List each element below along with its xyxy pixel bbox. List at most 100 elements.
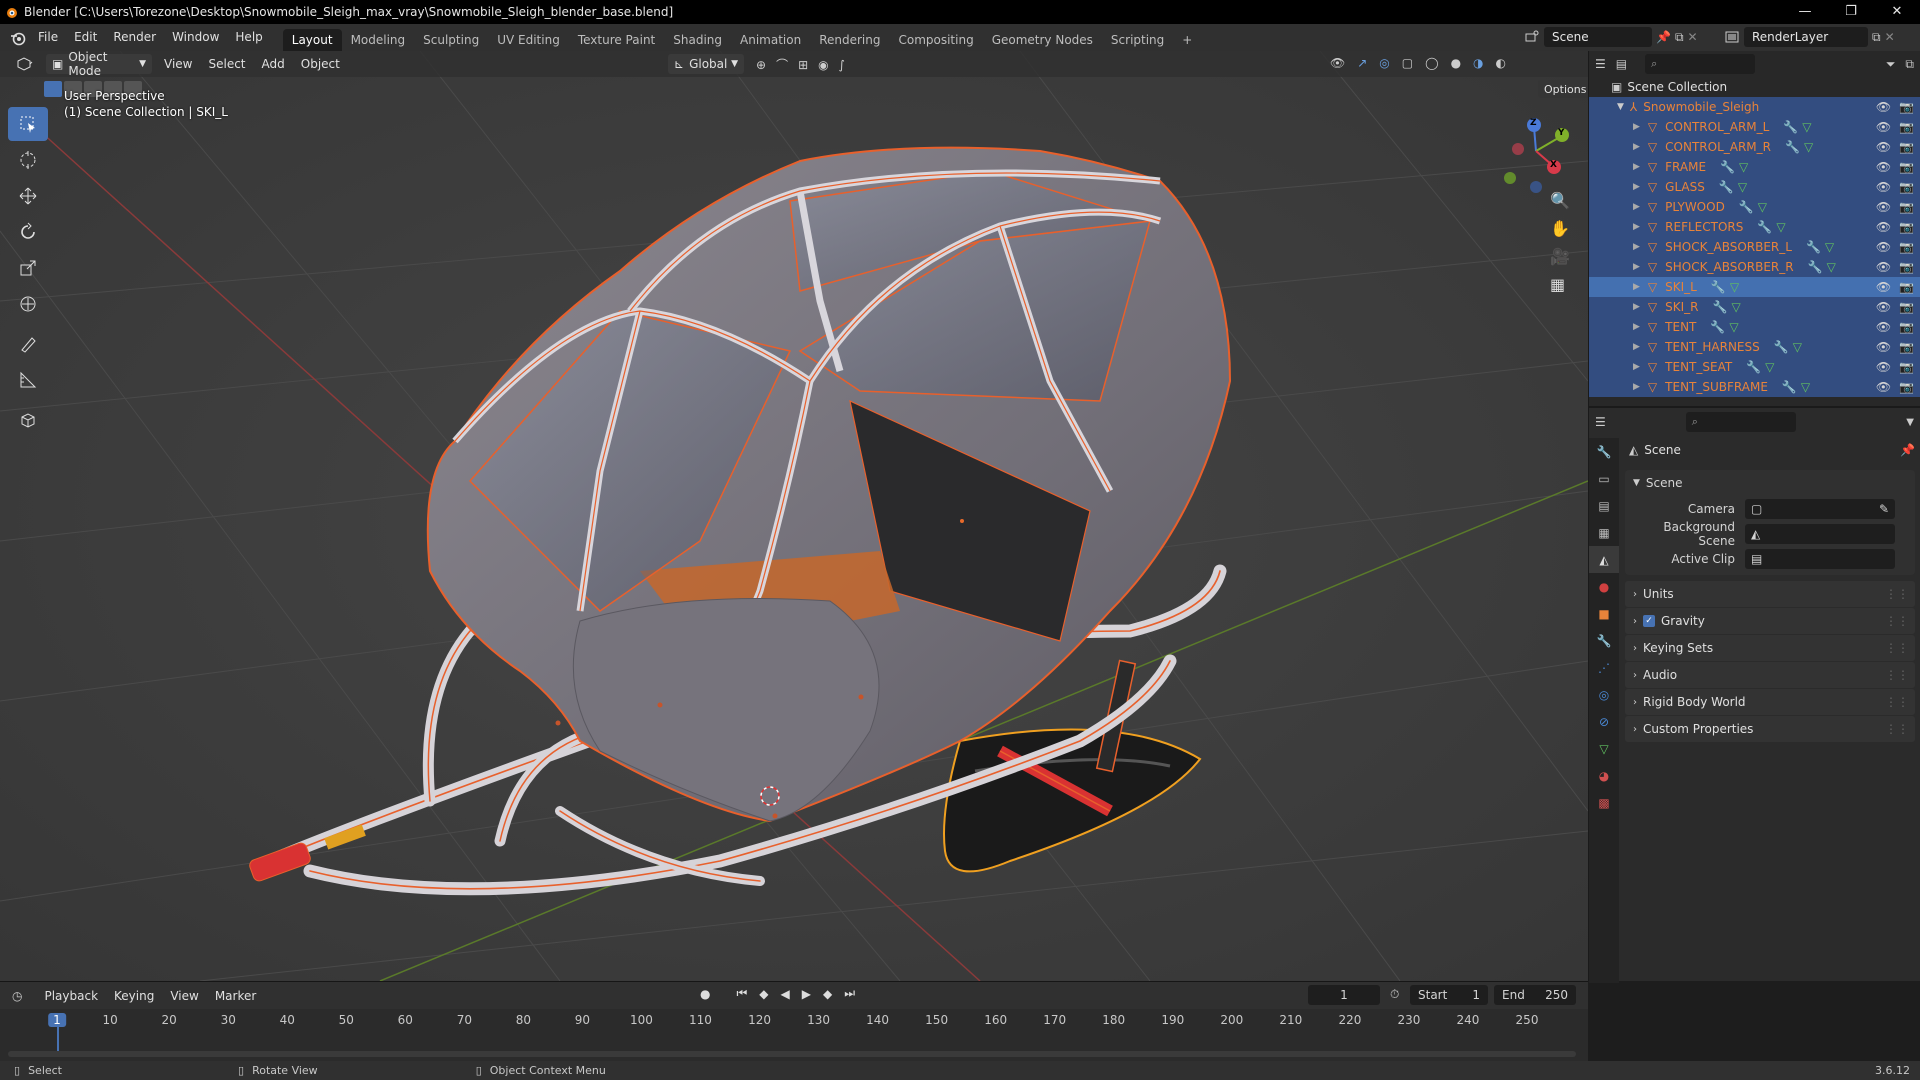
outliner-object-row[interactable]: ▶ ▽ FRAME 🔧 ▽ 👁 📷 xyxy=(1589,157,1920,177)
perspective-grid-icon[interactable]: ▦ xyxy=(1550,275,1570,294)
subpanel-header[interactable]: › ✓ Gravity ⋮⋮ xyxy=(1625,608,1915,634)
viewport-menu-add[interactable]: Add xyxy=(254,51,293,77)
subpanel-header[interactable]: › Rigid Body World ⋮⋮ xyxy=(1625,689,1915,715)
jump-start-icon[interactable]: ⏮ xyxy=(736,986,747,1001)
drag-handle-icon[interactable]: ⋮⋮ xyxy=(1885,614,1909,628)
outliner-object-row[interactable]: ▶ ▽ TENT 🔧 ▽ 👁 📷 xyxy=(1589,317,1920,337)
expand-right-icon[interactable]: ▶ xyxy=(1633,322,1640,332)
camera-render-icon[interactable]: 📷 xyxy=(1899,260,1914,274)
camera-render-icon[interactable]: 📷 xyxy=(1899,140,1914,154)
timeline-menu-playback[interactable]: Playback xyxy=(36,983,106,1009)
menu-render[interactable]: Render xyxy=(105,24,164,51)
outliner-object-row[interactable]: ▶ ▽ SKI_R 🔧 ▽ 👁 📷 xyxy=(1589,297,1920,317)
properties-search-input[interactable]: ⌕ xyxy=(1685,412,1796,432)
expand-right-icon[interactable]: ▶ xyxy=(1633,122,1640,132)
tab-view-layer[interactable]: ▦ xyxy=(1589,519,1619,546)
eye-icon[interactable]: 👁 xyxy=(1876,240,1891,254)
expand-right-icon[interactable]: ▶ xyxy=(1633,342,1640,352)
scene-icon[interactable] xyxy=(1524,29,1540,45)
outliner-parent-row[interactable]: ▼ ⅄ Snowmobile_Sleigh 👁 📷 xyxy=(1589,97,1920,117)
editor-type-button[interactable] xyxy=(10,54,40,74)
camera-render-icon[interactable]: 📷 xyxy=(1899,100,1914,114)
annotate-tool[interactable] xyxy=(8,327,48,361)
outliner-object-row[interactable]: ▶ ▽ GLASS 🔧 ▽ 👁 📷 xyxy=(1589,177,1920,197)
rotate-tool[interactable] xyxy=(8,215,48,249)
zoom-icon[interactable]: 🔍 xyxy=(1550,191,1570,210)
play-reverse-icon[interactable]: ◀ xyxy=(781,987,790,1001)
expand-right-icon[interactable]: ▶ xyxy=(1633,362,1640,372)
tab-particles[interactable]: ⋰ xyxy=(1589,654,1619,681)
tab-tool[interactable]: 🔧 xyxy=(1589,438,1619,465)
eye-icon[interactable]: 👁 xyxy=(1876,300,1891,314)
outliner-search-input[interactable]: ⌕ xyxy=(1645,54,1756,74)
jump-end-icon[interactable]: ⏭ xyxy=(844,986,855,1001)
scene-panel-header[interactable]: ▼ Scene xyxy=(1625,470,1915,496)
eye-icon[interactable]: 👁 xyxy=(1876,320,1891,334)
navigation-gizmo[interactable]: Z Y X xyxy=(1500,113,1580,193)
solid-shading-icon[interactable]: ● xyxy=(1451,56,1461,70)
eye-icon[interactable]: 👁 xyxy=(1876,160,1891,174)
tab-render[interactable]: ▭ xyxy=(1589,465,1619,492)
transform-orientation-selector[interactable]: ⊾ Global ▼ xyxy=(668,54,744,74)
tab-scene[interactable]: ◭ xyxy=(1589,546,1619,573)
drag-handle-icon[interactable]: ⋮⋮ xyxy=(1885,722,1909,736)
eye-icon[interactable]: 👁 xyxy=(1876,200,1891,214)
material-preview-shading-icon[interactable]: ◑ xyxy=(1473,56,1483,70)
chevron-down-icon[interactable]: ▼ xyxy=(1906,417,1914,428)
visibility-selector-icon[interactable]: 👁 xyxy=(1330,56,1345,70)
outliner-object-row[interactable]: ▶ ▽ TENT_SEAT 🔧 ▽ 👁 📷 xyxy=(1589,357,1920,377)
playhead-line[interactable] xyxy=(57,1027,59,1053)
new-collection-icon[interactable]: ⧉ xyxy=(1905,57,1914,72)
scale-tool[interactable] xyxy=(8,251,48,285)
pivot-point-icon[interactable]: ⊕ xyxy=(756,58,766,72)
play-icon[interactable]: ▶ xyxy=(802,987,811,1001)
tab-uv-editing[interactable]: UV Editing xyxy=(488,29,569,51)
menu-help[interactable]: Help xyxy=(227,24,270,51)
camera-render-icon[interactable]: 📷 xyxy=(1899,160,1914,174)
camera-render-icon[interactable]: 📷 xyxy=(1899,340,1914,354)
3d-viewport[interactable]: ▣ Object Mode ▼ View Select Add Object ⊾… xyxy=(0,51,1588,981)
prev-keyframe-icon[interactable]: ◆ xyxy=(759,987,768,1001)
eye-icon[interactable]: 👁 xyxy=(1876,380,1891,394)
blender-menu-icon[interactable] xyxy=(10,30,26,46)
drag-handle-icon[interactable]: ⋮⋮ xyxy=(1885,668,1909,682)
expand-right-icon[interactable]: ▶ xyxy=(1633,242,1640,252)
eyedropper-icon[interactable]: ✎ xyxy=(1879,502,1889,516)
expand-right-icon[interactable]: ▶ xyxy=(1633,162,1640,172)
expand-right-icon[interactable]: ▶ xyxy=(1633,382,1640,392)
gizmo-toggle-icon[interactable]: ↗ xyxy=(1357,56,1367,70)
end-frame-field[interactable]: End 250 xyxy=(1494,985,1576,1005)
eye-icon[interactable]: 👁 xyxy=(1876,140,1891,154)
subpanel-header[interactable]: › Custom Properties ⋮⋮ xyxy=(1625,716,1915,742)
frame-ruler[interactable]: 1 10 20 30 40 50 60 70 80 90 100 110 120 130 140 150 160… xyxy=(0,1009,1588,1053)
viewport-menu-object[interactable]: Object xyxy=(293,51,348,77)
timeline-scrollbar[interactable] xyxy=(8,1051,1576,1057)
next-keyframe-icon[interactable]: ◆ xyxy=(823,987,832,1001)
stopwatch-icon[interactable]: ⏱ xyxy=(1390,987,1399,1002)
tab-texture[interactable]: ▩ xyxy=(1589,789,1619,816)
xray-toggle-icon[interactable]: ▢ xyxy=(1402,56,1413,70)
drag-handle-icon[interactable]: ⋮⋮ xyxy=(1885,587,1909,601)
outliner-scene-collection[interactable]: ▣ Scene Collection xyxy=(1589,77,1920,97)
tab-animation[interactable]: Animation xyxy=(731,29,810,51)
scene-selector[interactable]: Scene xyxy=(1544,27,1652,47)
camera-render-icon[interactable]: 📷 xyxy=(1899,280,1914,294)
overlay-toggle-icon[interactable]: ◎ xyxy=(1379,56,1389,70)
camera-view-icon[interactable]: 🎥 xyxy=(1550,247,1570,266)
maximize-button[interactable]: ❐ xyxy=(1828,0,1874,24)
outliner-editor-type-icon[interactable]: ☰ xyxy=(1595,57,1606,71)
properties-editor-type-icon[interactable]: ☰ xyxy=(1595,415,1606,429)
outliner-object-row[interactable]: ▶ ▽ SHOCK_ABSORBER_L 🔧 ▽ 👁 📷 xyxy=(1589,237,1920,257)
menu-edit[interactable]: Edit xyxy=(66,24,105,51)
eye-icon[interactable]: 👁 xyxy=(1876,220,1891,234)
tab-rendering[interactable]: Rendering xyxy=(810,29,889,51)
tab-modifiers[interactable]: 🔧 xyxy=(1589,627,1619,654)
timeline-menu-keying[interactable]: Keying xyxy=(106,983,162,1009)
falloff-curve-icon[interactable]: ∫ xyxy=(839,58,845,72)
close-button[interactable]: ✕ xyxy=(1874,0,1920,24)
record-icon[interactable]: ● xyxy=(700,987,710,1001)
measure-tool[interactable] xyxy=(8,363,48,397)
eye-icon[interactable]: 👁 xyxy=(1876,340,1891,354)
drag-handle-icon[interactable]: ⋮⋮ xyxy=(1885,641,1909,655)
minimize-button[interactable]: — xyxy=(1782,0,1828,24)
